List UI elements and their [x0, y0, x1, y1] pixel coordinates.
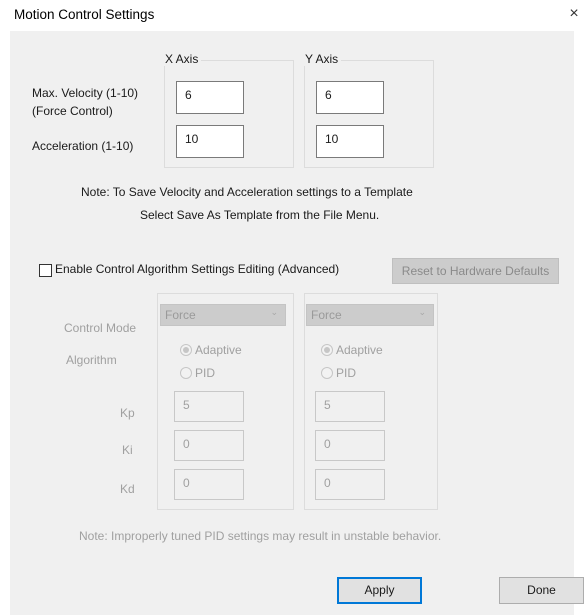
- close-icon[interactable]: ×: [563, 2, 585, 26]
- y-ki-input[interactable]: 0: [315, 430, 385, 461]
- y-acceleration-input[interactable]: 10: [316, 125, 384, 158]
- y-kp-input[interactable]: 5: [315, 391, 385, 422]
- chevron-down-icon: ⌄: [418, 307, 426, 317]
- y-pid-radio[interactable]: [321, 367, 333, 379]
- title-bar: Motion Control Settings ×: [0, 0, 585, 30]
- x-pid-radio[interactable]: [180, 367, 192, 379]
- velocity-sublabel: (Force Control): [32, 104, 113, 118]
- window-title: Motion Control Settings: [14, 7, 155, 22]
- template-note-line1: Note: To Save Velocity and Acceleration …: [81, 185, 413, 199]
- apply-button[interactable]: Apply: [337, 577, 422, 604]
- x-pid-label[interactable]: PID: [195, 366, 215, 380]
- ki-label: Ki: [122, 443, 133, 457]
- x-control-mode-value: Force: [165, 308, 196, 322]
- radio-selected-icon: [324, 347, 330, 353]
- x-axis-label: X Axis: [162, 52, 202, 66]
- y-control-mode-value: Force: [311, 308, 342, 322]
- x-acceleration-input[interactable]: 10: [176, 125, 244, 158]
- kp-label: Kp: [120, 406, 135, 420]
- y-pid-label[interactable]: PID: [336, 366, 356, 380]
- enable-advanced-checkbox[interactable]: [39, 264, 52, 277]
- reset-defaults-button[interactable]: Reset to Hardware Defaults: [392, 258, 559, 284]
- x-ki-input[interactable]: 0: [174, 430, 244, 461]
- acceleration-label: Acceleration (1-10): [32, 139, 134, 153]
- enable-advanced-label[interactable]: Enable Control Algorithm Settings Editin…: [55, 262, 339, 276]
- dialog-body: X Axis Y Axis Max. Velocity (1-10) (Forc…: [10, 31, 584, 615]
- pid-warning-note: Note: Improperly tuned PID settings may …: [79, 529, 442, 543]
- algorithm-label: Algorithm: [66, 353, 117, 367]
- y-axis-label: Y Axis: [302, 52, 342, 66]
- x-kp-input[interactable]: 5: [174, 391, 244, 422]
- control-mode-label: Control Mode: [64, 321, 137, 335]
- done-button[interactable]: Done: [499, 577, 584, 604]
- velocity-label: Max. Velocity (1-10): [32, 86, 139, 100]
- y-adaptive-radio[interactable]: [321, 344, 333, 356]
- y-kd-input[interactable]: 0: [315, 469, 385, 500]
- x-adaptive-label[interactable]: Adaptive: [195, 343, 242, 357]
- kd-label: Kd: [120, 482, 135, 496]
- x-adaptive-radio[interactable]: [180, 344, 192, 356]
- chevron-down-icon: ⌄: [270, 307, 278, 317]
- x-control-mode-select[interactable]: Force ⌄: [160, 304, 286, 326]
- template-note-line2: Select Save As Template from the File Me…: [140, 208, 380, 222]
- x-velocity-input[interactable]: 6: [176, 81, 244, 114]
- y-control-mode-select[interactable]: Force ⌄: [306, 304, 434, 326]
- y-velocity-input[interactable]: 6: [316, 81, 384, 114]
- radio-selected-icon: [183, 347, 189, 353]
- x-kd-input[interactable]: 0: [174, 469, 244, 500]
- y-adaptive-label[interactable]: Adaptive: [336, 343, 383, 357]
